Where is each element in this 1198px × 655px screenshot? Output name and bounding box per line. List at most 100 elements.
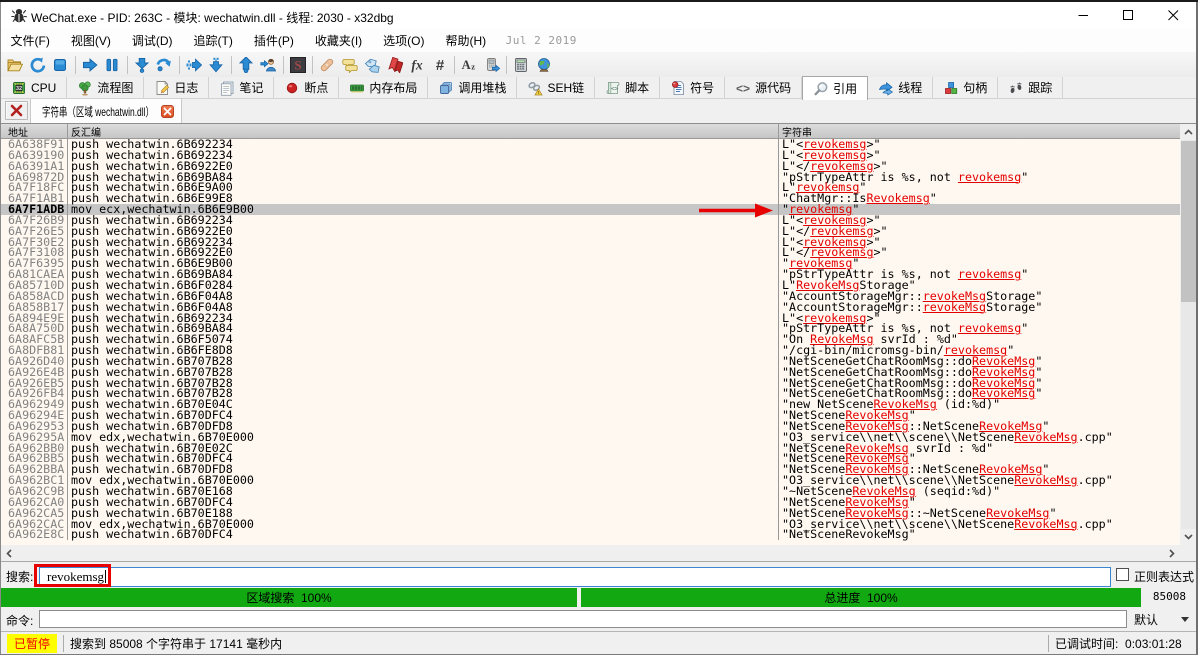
cpu-chip-icon: 32 (13, 81, 25, 94)
execute-till-return-button[interactable] (238, 56, 254, 73)
step-into-icon (134, 57, 149, 73)
menu-item-6[interactable]: 选项(O) (374, 29, 434, 52)
tab-label: 跟踪 (1028, 81, 1053, 95)
control-flow-button[interactable]: # (432, 57, 448, 73)
svg-text:<>: <> (611, 85, 619, 92)
bookmarks-icon (387, 56, 403, 73)
menu-item-7[interactable]: 帮助(H) (436, 29, 496, 52)
scroll-up-button[interactable] (1181, 124, 1196, 140)
regex-checkbox[interactable] (1116, 568, 1129, 581)
doc-tab-strings[interactable]: 字符串（区域 wechatwin.dll） (30, 99, 182, 123)
tab-label: SEH链 (547, 81, 585, 95)
tab-调用堆栈[interactable]: 调用堆栈 (428, 77, 518, 98)
open-folder-icon (7, 59, 23, 71)
close-button[interactable] (1151, 2, 1196, 28)
menu-item-5[interactable]: 收藏夹(I) (305, 29, 371, 52)
region-search-progressbar: 区域搜索 100% (1, 588, 577, 607)
menu-item-0[interactable]: 文件(F) (1, 29, 59, 52)
tab-日志[interactable]: 日志 (144, 77, 210, 98)
functions-button[interactable]: fx (409, 57, 425, 73)
search-row: 搜索: revokemsg 正则表达式 (1, 561, 1196, 587)
command-script-combo[interactable]: 默认 (1131, 610, 1193, 628)
tab-label: 引用 (833, 82, 858, 96)
tab-断点[interactable]: 断点 (274, 77, 340, 98)
restart-button[interactable] (30, 57, 46, 73)
run-to-user-code-icon (260, 58, 276, 71)
scylla-icon: S (289, 56, 306, 73)
bookmarks-button[interactable] (387, 56, 403, 73)
close-all-tabs-button[interactable] (5, 101, 28, 120)
graph-tree-icon (79, 81, 91, 95)
step-over-button[interactable] (156, 57, 172, 73)
svg-text:fx: fx (411, 57, 422, 72)
menu-item-1[interactable]: 视图(V) (61, 29, 120, 52)
menu-item-3[interactable]: 追踪(T) (184, 29, 242, 52)
scylla-button[interactable]: S (289, 56, 306, 73)
svg-text:#: # (435, 57, 444, 73)
step-over-icon (156, 58, 171, 71)
horizontal-scrollbar[interactable] (1, 545, 1196, 561)
tab-流程图[interactable]: 流程图 (67, 77, 145, 98)
run-button[interactable] (82, 57, 98, 73)
internet-button[interactable] (536, 57, 552, 73)
tab-内存布局[interactable]: 内存布局 (339, 77, 429, 98)
scroll-left-button[interactable] (1, 545, 17, 561)
vertical-scrollbar-thumb[interactable] (1181, 141, 1196, 302)
vertical-scrollbar[interactable] (1181, 124, 1196, 545)
column-header-address[interactable]: 地址 (1, 124, 68, 139)
skip-next-button[interactable] (208, 57, 224, 73)
scroll-right-button[interactable] (1164, 545, 1180, 561)
comments-button[interactable] (341, 57, 358, 73)
step-into-button[interactable] (134, 57, 150, 73)
pause-button[interactable] (104, 57, 120, 73)
tab-线程[interactable]: 线程 (868, 77, 934, 98)
tab-笔记[interactable]: 笔记 (209, 77, 275, 98)
tab-引用[interactable]: 引用 (802, 76, 869, 100)
source-code-icon: <> (736, 81, 750, 95)
patches-button[interactable] (319, 57, 335, 73)
labels-button[interactable] (364, 57, 380, 73)
title-bar: WeChat.exe - PID: 263C - 模块: wechatwin.d… (1, 2, 1196, 28)
search-label: 搜索: (6, 570, 34, 584)
pause-icon (106, 58, 118, 71)
column-header-string[interactable]: 字符串 (779, 124, 1180, 139)
tab-label: 符号 (690, 81, 715, 95)
stop-button[interactable] (52, 57, 68, 73)
toolbar-separator (74, 55, 76, 74)
tab-label: 流程图 (97, 81, 134, 95)
calls-button[interactable] (484, 57, 500, 73)
scroll-down-button[interactable] (1181, 529, 1196, 545)
column-header-disassembly[interactable]: 反汇编 (68, 124, 779, 139)
open-folder-button[interactable] (7, 57, 23, 73)
svg-text:S: S (294, 57, 301, 72)
tab-句柄[interactable]: 句柄 (933, 77, 999, 98)
menu-item-4[interactable]: 插件(P) (244, 29, 303, 52)
cell-address: 6A962E8C (1, 529, 68, 541)
strings-button[interactable]: Az (461, 57, 477, 73)
log-page-pencil-icon (156, 80, 170, 95)
tab-label: 断点 (304, 81, 329, 95)
calls-icon (486, 57, 500, 72)
doc-tab-close-icon[interactable] (161, 104, 174, 118)
maximize-button[interactable] (1106, 2, 1151, 28)
table-header: 地址 反汇编 字符串 (1, 124, 1180, 139)
minimize-button[interactable] (1061, 2, 1106, 28)
table-row-6A962E8C[interactable]: 6A962E8C push wechatwin.6B70DFC4 "NetScene… (1, 529, 1180, 541)
tab-CPU[interactable]: 32 CPU (1, 77, 68, 98)
tab-源代码[interactable]: <> 源代码 (725, 77, 803, 98)
toolbar-separator (178, 55, 180, 74)
tab-脚本[interactable]: <> 脚本 (595, 77, 661, 98)
tab-SEH链[interactable]: ! SEH链 (517, 77, 596, 98)
tab-跟踪[interactable]: 跟踪 (998, 77, 1064, 98)
tab-label: 句柄 (963, 81, 988, 95)
total-progressbar: 总进度 100% (581, 588, 1141, 607)
calculator-button[interactable] (513, 57, 529, 73)
animate-into-button[interactable] (186, 57, 202, 73)
annotation-red-arrow (699, 203, 773, 218)
references-table[interactable]: 6A638F91 push wechatwin.6B692234 L"<revoke… (1, 139, 1180, 545)
menu-item-2[interactable]: 调试(D) (122, 29, 182, 52)
search-input[interactable]: revokemsg (39, 566, 1111, 587)
tab-符号[interactable]: 符号 (660, 77, 726, 98)
command-input[interactable] (39, 610, 1127, 628)
run-to-user-code-button[interactable] (260, 57, 276, 73)
